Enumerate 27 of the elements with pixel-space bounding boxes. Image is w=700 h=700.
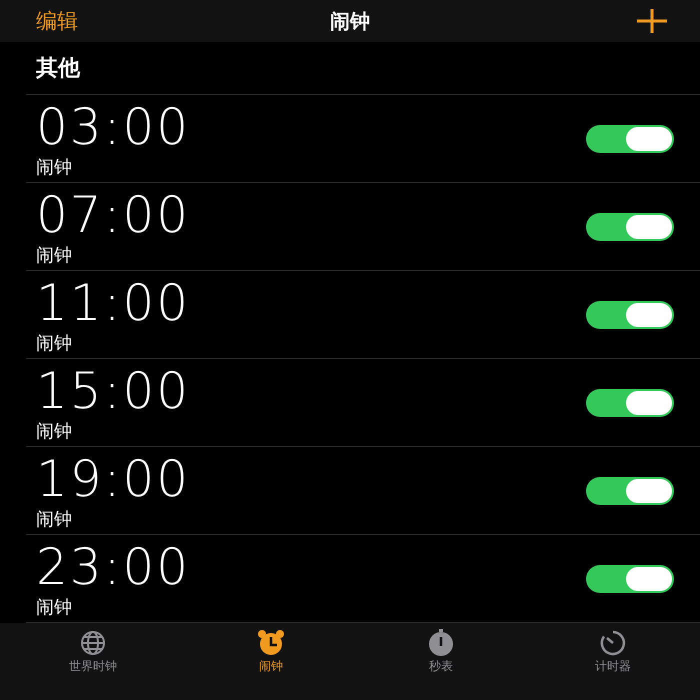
alarm-time: 23:00 — [36, 538, 190, 594]
tab-item[interactable]: 闹钟 — [255, 629, 287, 675]
add-icon[interactable] — [634, 7, 670, 35]
toggle-switch[interactable] — [586, 212, 674, 240]
toggle-switch[interactable] — [586, 476, 674, 504]
section-header: 其他 — [36, 55, 80, 83]
alarm-label: 闹钟 — [36, 156, 73, 178]
tab-item[interactable]: 秒表 — [425, 629, 457, 675]
toggle-switch[interactable] — [586, 388, 674, 416]
alarm-label: 闹钟 — [36, 596, 73, 618]
tab-item[interactable]: 世界时钟 — [69, 629, 117, 675]
toggle-switch[interactable] — [586, 300, 674, 328]
alarm-time: 03:00 — [36, 98, 190, 154]
alarm-label: 闹钟 — [36, 244, 73, 266]
toggle-switch[interactable] — [586, 124, 674, 152]
alarm-time: 19:00 — [36, 450, 190, 506]
tab-item[interactable]: 计时器 — [595, 629, 631, 675]
alarm-label: 闹钟 — [36, 508, 73, 530]
alarm-time: 11:00 — [36, 274, 190, 330]
toggle-switch[interactable] — [586, 564, 674, 592]
alarm-clock-icon — [255, 629, 287, 657]
edit-button[interactable]: 编辑 — [36, 7, 78, 35]
alarm-time: 07:00 — [36, 186, 190, 242]
alarm-label: 闹钟 — [36, 420, 73, 442]
alarm-time: 15:00 — [36, 362, 190, 418]
alarm-label: 闹钟 — [36, 332, 73, 354]
nav-title: 闹钟 — [330, 8, 370, 34]
